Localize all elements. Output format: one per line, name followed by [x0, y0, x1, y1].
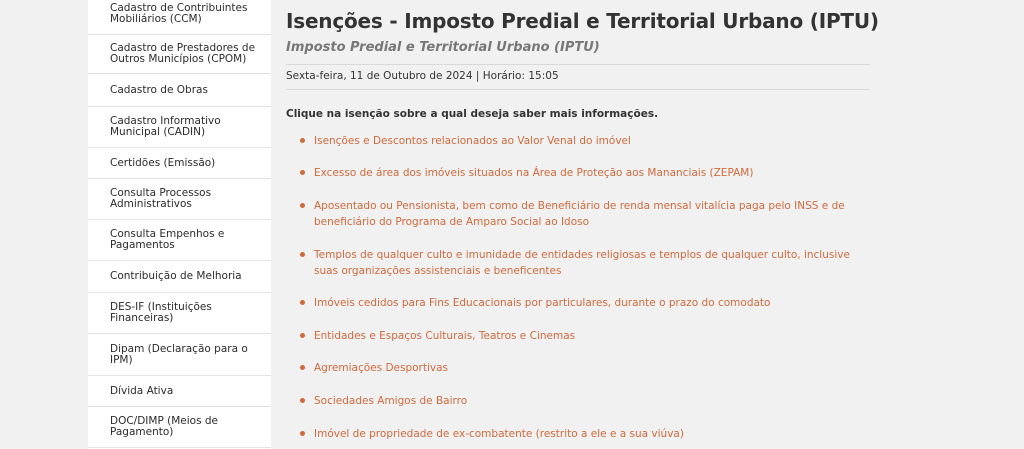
- sidebar-item-label: DOC/DIMP (Meios de Pagamento): [110, 415, 219, 438]
- bullet-icon: [300, 300, 305, 305]
- exemption-link-agremiacoes[interactable]: Agremiações Desportivas: [300, 360, 860, 376]
- exemption-link-aposentado[interactable]: Aposentado ou Pensionista, bem como de B…: [300, 198, 860, 230]
- sidebar-item-label: Certidões (Emissão): [110, 156, 216, 169]
- sidebar-item-label: Cadastro de Contribuintes Mobiliários (C…: [110, 2, 248, 25]
- bullet-icon: [300, 138, 305, 143]
- sidebar-item-dipam[interactable]: Dipam (Declaração para o IPM): [88, 334, 271, 376]
- sidebar-item-cpom[interactable]: Cadastro de Prestadores de Outros Municí…: [88, 35, 271, 74]
- exemption-link-ex-combatente[interactable]: Imóvel de propriedade de ex-combatente (…: [300, 426, 860, 442]
- exemption-link-templos[interactable]: Templos de qualquer culto e imunidade de…: [300, 247, 860, 279]
- bullet-icon: [300, 398, 305, 403]
- sidebar-item-label: Cadastro Informativo Municipal (CADIN): [110, 115, 221, 138]
- exemption-label: Isenções e Descontos relacionados ao Val…: [314, 135, 631, 147]
- bullet-icon: [300, 203, 305, 208]
- sidebar-item-doc-dimp[interactable]: DOC/DIMP (Meios de Pagamento): [88, 407, 271, 448]
- bullet-icon: [300, 170, 305, 175]
- divider: [286, 64, 870, 65]
- sidebar-item-label: Cadastro de Obras: [110, 83, 208, 96]
- bullet-icon: [300, 333, 305, 338]
- exemption-link-zepam[interactable]: Excesso de área dos imóveis situados na …: [300, 165, 860, 181]
- sidebar-item-divida-ativa[interactable]: Dívida Ativa: [88, 376, 271, 407]
- exemption-link-valor-venal[interactable]: Isenções e Descontos relacionados ao Val…: [300, 133, 860, 149]
- sidebar-item-certidoes[interactable]: Certidões (Emissão): [88, 148, 271, 179]
- bullet-icon: [300, 365, 305, 370]
- sidebar-item-des-if[interactable]: DES-IF (Instituições Financeiras): [88, 293, 271, 334]
- sidebar-menu: Cadastro de Contribuintes Mobiliários (C…: [88, 0, 271, 449]
- page-subtitle: Imposto Predial e Territorial Urbano (IP…: [286, 40, 600, 55]
- exemption-link-sociedades-amigos[interactable]: Sociedades Amigos de Bairro: [300, 393, 860, 409]
- sidebar-item-contribuicao-melhoria[interactable]: Contribuição de Melhoria: [88, 261, 271, 293]
- exemption-label: Sociedades Amigos de Bairro: [314, 395, 468, 407]
- bullet-icon: [300, 252, 305, 257]
- sidebar-item-label: Cadastro de Prestadores de Outros Municí…: [110, 42, 256, 65]
- exemption-label: Excesso de área dos imóveis situados na …: [314, 167, 754, 179]
- exemption-label: Imóvel de propriedade de ex-combatente (…: [314, 428, 684, 440]
- sidebar-item-label: Consulta Processos Administrativos: [110, 187, 212, 210]
- page-title: Isenções - Imposto Predial e Territorial…: [286, 9, 879, 33]
- sidebar-item-label: Consulta Empenhos e Pagamentos: [110, 228, 225, 251]
- exemption-label: Templos de qualquer culto e imunidade de…: [314, 249, 850, 277]
- divider: [286, 89, 870, 90]
- exemption-label: Aposentado ou Pensionista, bem como de B…: [314, 200, 845, 228]
- date-time-line: Sexta-feira, 11 de Outubro de 2024 | Hor…: [286, 70, 559, 82]
- sidebar-item-consulta-processos[interactable]: Consulta Processos Administrativos: [88, 179, 271, 220]
- exemption-label: Agremiações Desportivas: [314, 362, 449, 374]
- exemption-label: Entidades e Espaços Culturais, Teatros e…: [314, 330, 576, 342]
- sidebar-item-cadastro-obras[interactable]: Cadastro de Obras: [88, 74, 271, 107]
- sidebar-item-label: Contribuição de Melhoria: [110, 270, 242, 282]
- sidebar-item-cadin[interactable]: Cadastro Informativo Municipal (CADIN): [88, 107, 271, 148]
- bullet-icon: [300, 431, 305, 436]
- sidebar-item-label: Dipam (Declaração para o IPM): [110, 342, 248, 366]
- exemption-link-fins-educacionais[interactable]: Imóveis cedidos para Fins Educacionais p…: [300, 295, 860, 311]
- exemption-label: Imóveis cedidos para Fins Educacionais p…: [314, 297, 771, 309]
- sidebar-item-ccm[interactable]: Cadastro de Contribuintes Mobiliários (C…: [88, 0, 271, 35]
- sidebar-item-consulta-empenhos[interactable]: Consulta Empenhos e Pagamentos: [88, 220, 271, 261]
- exemption-link-espacos-culturais[interactable]: Entidades e Espaços Culturais, Teatros e…: [300, 328, 860, 344]
- sidebar-item-label: Dívida Ativa: [110, 384, 174, 397]
- sidebar-item-label: DES-IF (Instituições Financeiras): [110, 301, 212, 324]
- main-content: Isenções - Imposto Predial e Territorial…: [286, 0, 879, 449]
- instruction-text: Clique na isenção sobre a qual deseja sa…: [286, 108, 659, 120]
